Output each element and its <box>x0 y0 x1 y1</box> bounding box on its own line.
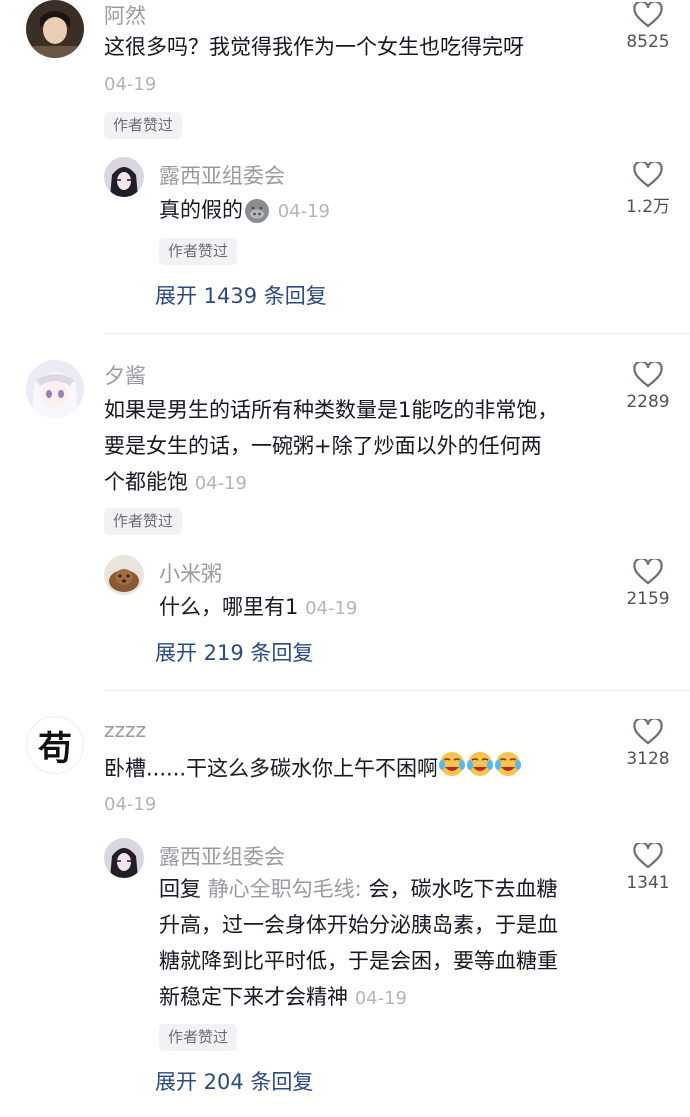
avatar[interactable] <box>104 838 144 878</box>
reply-text-line: 糖就降到比平时低，于是会困，要等血糖重 <box>159 949 558 973</box>
reply-text-line: 新稳定下来才会精神 04-19 <box>159 979 558 1017</box>
like-count: 1.2万 <box>625 197 671 217</box>
reply-text-segment: 新稳定下来才会精神 <box>159 985 348 1009</box>
reply-to-user[interactable]: 静心全职勾毛线: <box>208 877 362 901</box>
commenter-name[interactable]: 阿然 <box>104 0 146 30</box>
expand-replies-link[interactable]: 展开 204 条回复 <box>155 1066 313 1096</box>
avatar[interactable]: 苟 <box>26 716 84 774</box>
like-button[interactable]: 2289 <box>618 362 678 412</box>
reply-text: 回复 静心全职勾毛线: 会，碳水吃下去血糖 升高，过一会身体开始分泌胰岛素，于是… <box>159 871 558 1017</box>
crying-laughing-emoji <box>438 750 522 789</box>
reply-text-content: 真的假的 <box>159 198 243 222</box>
reply-author-name[interactable]: 露西亚组委会 <box>159 841 285 871</box>
author-liked-badge: 作者赞过 <box>104 508 183 535</box>
like-button[interactable]: 3128 <box>618 719 678 769</box>
like-count: 2289 <box>626 392 670 412</box>
comment-text-line: 要是女生的话，一碗粥+除了炒面以外的任何两 <box>104 434 542 458</box>
avatar[interactable] <box>26 0 84 58</box>
like-count: 3128 <box>626 749 670 769</box>
author-liked-badge: 作者赞过 <box>159 1024 238 1051</box>
like-count: 2159 <box>626 589 670 609</box>
like-count: 1341 <box>626 873 670 893</box>
reply-text-content: 什么，哪里有1 <box>159 595 299 619</box>
like-button[interactable]: 2159 <box>618 559 678 609</box>
reply-author-name[interactable]: 小米粥 <box>159 558 222 588</box>
heart-icon <box>633 559 663 585</box>
comment-text-line: 如果是男生的话所有种类数量是1能吃的非常饱， <box>104 398 559 422</box>
reply-date: 04-19 <box>305 598 358 619</box>
avatar-character: 苟 <box>38 728 72 769</box>
divider <box>104 690 690 691</box>
author-liked-badge: 作者赞过 <box>159 238 238 265</box>
pig-nose-emoji <box>245 199 269 223</box>
reply-text: 什么，哪里有1 04-19 <box>159 589 357 627</box>
expand-replies-link[interactable]: 展开 1439 条回复 <box>155 280 327 310</box>
reply-prefix: 回复 <box>159 877 201 901</box>
like-button[interactable]: 1341 <box>618 843 678 893</box>
reply-text: 真的假的 04-19 <box>159 192 330 230</box>
comment-date: 04-19 <box>194 473 247 494</box>
commenter-name[interactable]: 夕酱 <box>104 360 146 390</box>
divider <box>104 333 690 334</box>
like-count: 8525 <box>626 32 670 52</box>
comment-text-line: 个都能饱 04-19 <box>104 464 558 502</box>
comment-text-line: 这很多吗？我觉得我作为一个女生也吃得完呀 <box>104 35 524 59</box>
reply-author-name[interactable]: 露西亚组委会 <box>159 160 285 190</box>
author-liked-badge: 作者赞过 <box>104 112 183 139</box>
avatar[interactable] <box>104 555 144 595</box>
avatar[interactable] <box>104 157 144 197</box>
comment-date: 04-19 <box>104 74 157 95</box>
like-button[interactable]: 8525 <box>618 2 678 52</box>
heart-icon <box>633 719 663 745</box>
reply-date: 04-19 <box>277 201 330 222</box>
heart-icon <box>633 162 663 188</box>
reply-text-segment: 会，碳水吃下去血糖 <box>368 877 558 901</box>
heart-icon <box>633 2 663 28</box>
avatar[interactable] <box>26 360 84 418</box>
comment-text: 这很多吗？我觉得我作为一个女生也吃得完呀 <box>104 29 524 65</box>
reply-text-line: 升高，过一会身体开始分泌胰岛素，于是血 <box>159 913 558 937</box>
comment-text: 卧槽......干这么多碳水你上午不困啊 <box>104 750 522 789</box>
like-button[interactable]: 1.2万 <box>618 162 678 217</box>
reply-date: 04-19 <box>354 988 407 1009</box>
comment-text: 如果是男生的话所有种类数量是1能吃的非常饱， 要是女生的话，一碗粥+除了炒面以外… <box>104 392 558 502</box>
expand-replies-link[interactable]: 展开 219 条回复 <box>155 637 313 667</box>
heart-icon <box>633 362 663 388</box>
heart-icon <box>633 843 663 869</box>
comment-date: 04-19 <box>104 794 157 815</box>
comment-text-content: 卧槽......干这么多碳水你上午不困啊 <box>104 756 439 781</box>
comment-text-segment: 个都能饱 <box>104 470 188 494</box>
reply-text-line: 回复 静心全职勾毛线: 会，碳水吃下去血糖 <box>159 871 558 907</box>
commenter-name[interactable]: zzzz <box>104 718 146 742</box>
